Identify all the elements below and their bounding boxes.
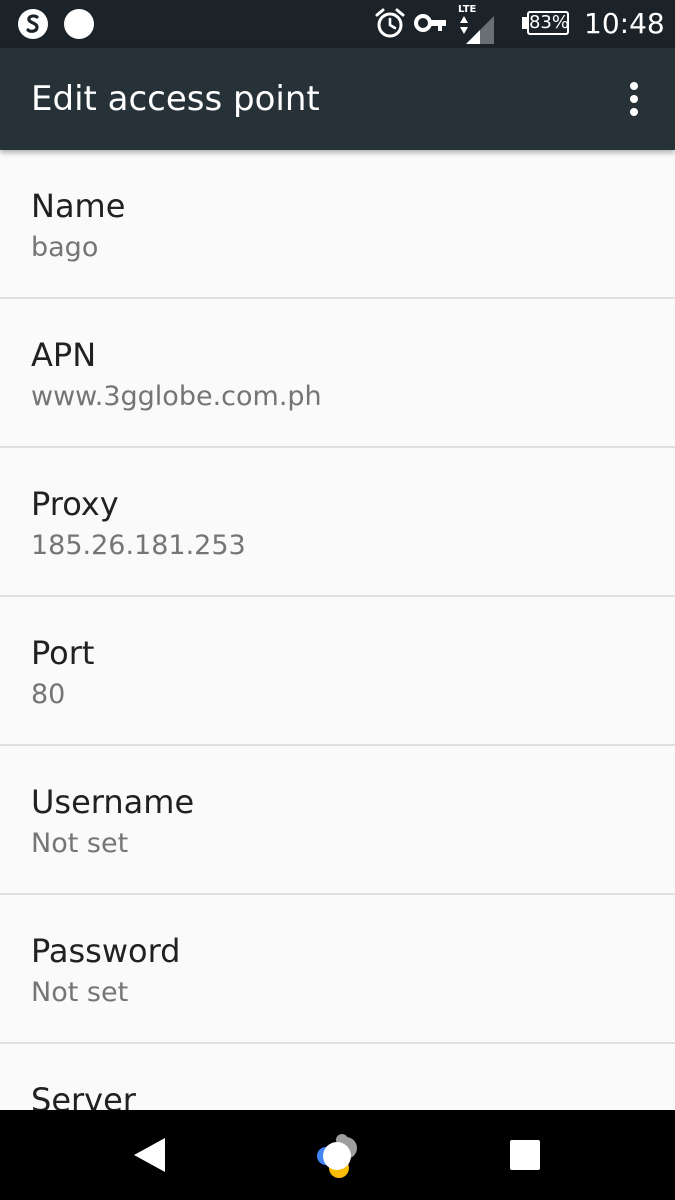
alarm-icon bbox=[375, 8, 405, 38]
pref-title: Name bbox=[31, 187, 126, 225]
pref-title: Username bbox=[31, 783, 195, 821]
pref-title: Proxy bbox=[31, 485, 119, 523]
pref-summary: 80 bbox=[31, 679, 66, 710]
lte-signal-icon: LTE bbox=[458, 4, 498, 44]
pref-summary: bago bbox=[31, 232, 99, 263]
more-vert-icon[interactable] bbox=[610, 73, 658, 125]
pref-summary: Not set bbox=[31, 977, 129, 1008]
vpn-key-icon bbox=[414, 14, 446, 32]
navigation-bar bbox=[0, 1110, 675, 1200]
battery-percent: 83% bbox=[528, 12, 569, 33]
circle-app-icon bbox=[64, 9, 94, 39]
page-title: Edit access point bbox=[31, 79, 320, 119]
pref-item-password[interactable]: Password Not set bbox=[0, 895, 675, 1044]
recents-square-icon[interactable] bbox=[509, 1139, 541, 1171]
status-bar: LTE 83% 10:48 bbox=[0, 0, 675, 48]
pref-item-port[interactable]: Port 80 bbox=[0, 597, 675, 746]
pref-title: APN bbox=[31, 336, 97, 374]
apn-settings-list: Name bago APN www.3gglobe.com.ph Proxy 1… bbox=[0, 150, 675, 1193]
pref-item-name[interactable]: Name bago bbox=[0, 150, 675, 299]
pref-summary: Not set bbox=[31, 828, 129, 859]
assistant-home-icon[interactable] bbox=[310, 1130, 364, 1182]
pref-summary: 185.26.181.253 bbox=[31, 530, 246, 561]
pref-item-username[interactable]: Username Not set bbox=[0, 746, 675, 895]
pref-title: Password bbox=[31, 932, 181, 970]
status-time: 10:48 bbox=[584, 7, 665, 40]
pref-title: Port bbox=[31, 634, 95, 672]
s-app-icon bbox=[18, 9, 48, 39]
pref-summary: www.3gglobe.com.ph bbox=[31, 381, 322, 412]
pref-item-apn[interactable]: APN www.3gglobe.com.ph bbox=[0, 299, 675, 448]
pref-item-proxy[interactable]: Proxy 185.26.181.253 bbox=[0, 448, 675, 597]
back-triangle-icon[interactable] bbox=[131, 1136, 167, 1174]
app-bar: Edit access point bbox=[0, 48, 675, 150]
